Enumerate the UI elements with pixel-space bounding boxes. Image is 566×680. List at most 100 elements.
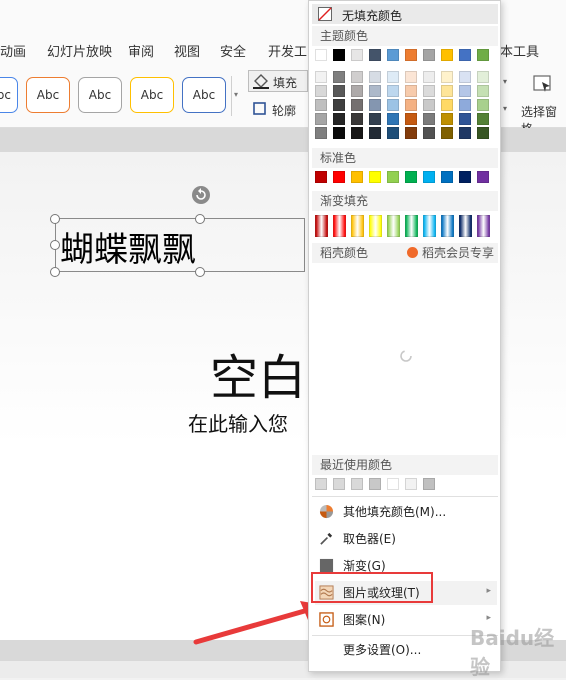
theme-color-swatch[interactable] xyxy=(387,49,399,61)
standard-color-swatch[interactable] xyxy=(351,171,363,183)
theme-color-swatch[interactable] xyxy=(387,113,399,125)
theme-color-swatch[interactable] xyxy=(351,85,363,97)
recent-color-swatch[interactable] xyxy=(423,478,435,490)
theme-color-swatch[interactable] xyxy=(441,127,453,139)
gradient-swatch[interactable] xyxy=(315,215,328,237)
theme-color-swatch[interactable] xyxy=(315,99,327,111)
theme-color-swatch[interactable] xyxy=(387,99,399,111)
theme-color-swatch[interactable] xyxy=(315,113,327,125)
theme-color-swatch[interactable] xyxy=(351,71,363,83)
theme-color-swatch[interactable] xyxy=(333,71,345,83)
theme-color-swatch[interactable] xyxy=(315,85,327,97)
gradient-swatch[interactable] xyxy=(369,215,382,237)
theme-color-swatch[interactable] xyxy=(333,49,345,61)
theme-color-swatch[interactable] xyxy=(441,85,453,97)
theme-color-swatch[interactable] xyxy=(477,127,489,139)
standard-color-swatch[interactable] xyxy=(459,171,471,183)
standard-color-swatch[interactable] xyxy=(423,171,435,183)
theme-color-swatch[interactable] xyxy=(405,85,417,97)
theme-color-swatch[interactable] xyxy=(459,71,471,83)
standard-color-swatch[interactable] xyxy=(477,171,489,183)
standard-color-swatch[interactable] xyxy=(405,171,417,183)
gradient-swatch[interactable] xyxy=(405,215,418,237)
color-wheel-icon xyxy=(319,504,334,519)
theme-color-swatch[interactable] xyxy=(423,71,435,83)
theme-color-swatch[interactable] xyxy=(459,99,471,111)
eyedropper-item[interactable]: 取色器(E) xyxy=(315,527,497,551)
pattern-icon xyxy=(319,612,334,627)
theme-color-swatch[interactable] xyxy=(369,113,381,125)
theme-color-swatch[interactable] xyxy=(441,71,453,83)
theme-color-swatch[interactable] xyxy=(459,85,471,97)
standard-color-swatch[interactable] xyxy=(315,171,327,183)
theme-color-swatch[interactable] xyxy=(441,99,453,111)
standard-color-swatch[interactable] xyxy=(441,171,453,183)
theme-color-swatch[interactable] xyxy=(477,71,489,83)
theme-color-swatch[interactable] xyxy=(459,127,471,139)
theme-color-swatch[interactable] xyxy=(423,49,435,61)
theme-color-swatch[interactable] xyxy=(405,113,417,125)
no-fill-item[interactable]: 无填充颜色 xyxy=(312,4,498,24)
theme-color-swatch[interactable] xyxy=(369,71,381,83)
theme-color-swatch[interactable] xyxy=(351,49,363,61)
theme-color-swatch[interactable] xyxy=(369,127,381,139)
more-settings-label: 更多设置(O)... xyxy=(343,643,422,657)
recent-color-swatch[interactable] xyxy=(405,478,417,490)
theme-color-swatch[interactable] xyxy=(351,127,363,139)
theme-color-swatch[interactable] xyxy=(369,85,381,97)
recent-color-swatch[interactable] xyxy=(351,478,363,490)
recent-color-swatch[interactable] xyxy=(315,478,327,490)
theme-color-swatch[interactable] xyxy=(333,127,345,139)
theme-color-swatch[interactable] xyxy=(387,85,399,97)
gradient-swatch[interactable] xyxy=(459,215,472,237)
theme-color-swatch[interactable] xyxy=(405,127,417,139)
standard-color-swatch[interactable] xyxy=(333,171,345,183)
theme-color-swatch[interactable] xyxy=(459,113,471,125)
theme-color-swatch[interactable] xyxy=(315,71,327,83)
theme-color-swatch[interactable] xyxy=(333,113,345,125)
submenu-arrow-icon: ▸ xyxy=(486,586,491,596)
theme-color-swatch[interactable] xyxy=(315,49,327,61)
theme-color-swatch[interactable] xyxy=(477,49,489,61)
theme-color-swatch[interactable] xyxy=(405,49,417,61)
theme-color-swatch[interactable] xyxy=(315,127,327,139)
theme-color-swatch[interactable] xyxy=(405,99,417,111)
theme-color-swatch[interactable] xyxy=(333,85,345,97)
recent-color-swatch[interactable] xyxy=(369,478,381,490)
theme-color-swatch[interactable] xyxy=(387,127,399,139)
more-fill-colors-item[interactable]: 其他填充颜色(M)... xyxy=(315,500,497,524)
gradient-swatch[interactable] xyxy=(387,215,400,237)
theme-color-swatch[interactable] xyxy=(477,99,489,111)
theme-color-swatch[interactable] xyxy=(351,113,363,125)
theme-color-swatch[interactable] xyxy=(441,49,453,61)
standard-color-swatch[interactable] xyxy=(369,171,381,183)
docer-vip-tag[interactable]: 稻壳会员专享 xyxy=(407,243,494,263)
theme-colors-header: 主题颜色 xyxy=(312,26,498,46)
gradient-swatch[interactable] xyxy=(351,215,364,237)
theme-color-swatch[interactable] xyxy=(423,85,435,97)
recent-color-swatch[interactable] xyxy=(387,478,399,490)
docer-colors-header: 稻壳颜色 稻壳会员专享 xyxy=(312,243,498,263)
theme-color-swatch[interactable] xyxy=(423,113,435,125)
gradient-swatch[interactable] xyxy=(423,215,436,237)
theme-color-swatch[interactable] xyxy=(441,113,453,125)
gradient-swatch[interactable] xyxy=(441,215,454,237)
gradient-swatch[interactable] xyxy=(477,215,490,237)
theme-color-swatch[interactable] xyxy=(405,71,417,83)
theme-color-swatch[interactable] xyxy=(369,99,381,111)
theme-color-swatch[interactable] xyxy=(423,99,435,111)
recent-color-swatch[interactable] xyxy=(333,478,345,490)
theme-color-swatch[interactable] xyxy=(387,71,399,83)
menu-divider xyxy=(312,496,498,497)
gradient-swatch[interactable] xyxy=(333,215,346,237)
theme-color-swatch[interactable] xyxy=(333,99,345,111)
theme-color-swatch[interactable] xyxy=(423,127,435,139)
more-fill-colors-label: 其他填充颜色(M)... xyxy=(343,505,447,519)
theme-color-swatch[interactable] xyxy=(459,49,471,61)
theme-color-swatch[interactable] xyxy=(351,99,363,111)
theme-color-swatch[interactable] xyxy=(477,85,489,97)
standard-color-swatch[interactable] xyxy=(387,171,399,183)
fill-color-menu: 无填充颜色 主题颜色 标准色 渐变填充 稻壳颜色 稻壳会员专享 最近使用颜色 其… xyxy=(308,0,501,672)
theme-color-swatch[interactable] xyxy=(369,49,381,61)
theme-color-swatch[interactable] xyxy=(477,113,489,125)
